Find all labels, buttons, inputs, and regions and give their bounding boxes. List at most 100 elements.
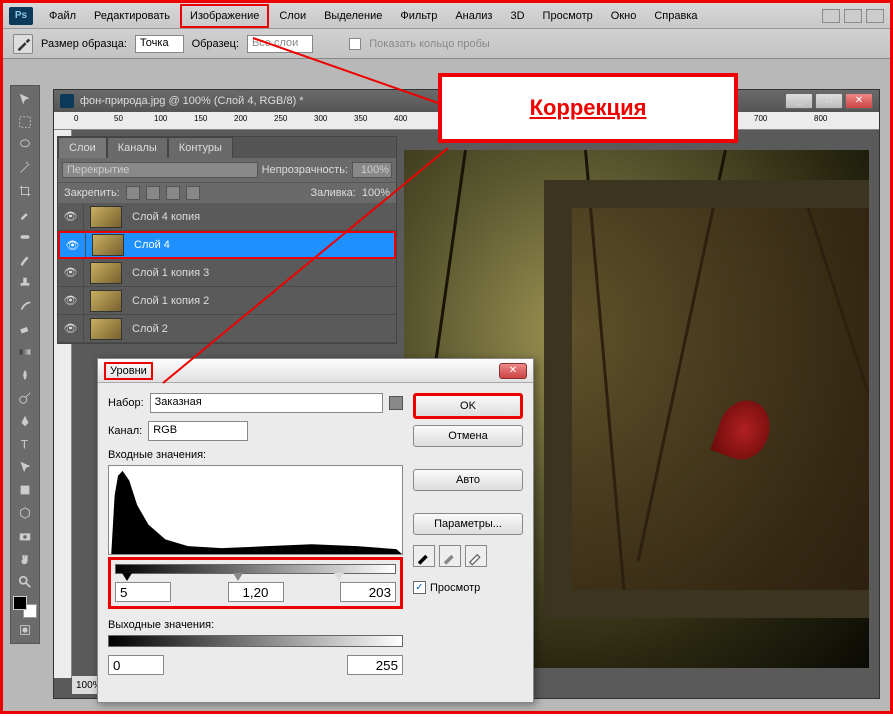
- menu-bar: Ps Файл Редактировать Изображение Слои В…: [3, 3, 890, 29]
- blur-tool[interactable]: [13, 364, 37, 386]
- eraser-tool[interactable]: [13, 318, 37, 340]
- 3d-tool[interactable]: [13, 502, 37, 524]
- sample-select[interactable]: Все слои: [247, 35, 313, 53]
- dialog-close-button[interactable]: ✕: [499, 363, 527, 379]
- shape-tool[interactable]: [13, 479, 37, 501]
- black-eyedropper-icon[interactable]: [413, 545, 435, 567]
- pen-tool[interactable]: [13, 410, 37, 432]
- history-brush-tool[interactable]: [13, 295, 37, 317]
- visibility-icon[interactable]: 👁: [58, 203, 84, 230]
- white-point-slider[interactable]: [334, 573, 344, 581]
- output-black-field[interactable]: [108, 655, 164, 675]
- menu-window[interactable]: Окно: [603, 6, 645, 26]
- minimize-button[interactable]: _: [785, 93, 813, 109]
- workspace-icon[interactable]: [866, 9, 884, 23]
- options-button[interactable]: Параметры...: [413, 513, 523, 535]
- layer-thumbnail[interactable]: [90, 290, 122, 312]
- ring-checkbox[interactable]: [349, 38, 361, 50]
- tab-paths[interactable]: Контуры: [168, 137, 233, 158]
- black-point-slider[interactable]: [122, 573, 132, 581]
- layer-name[interactable]: Слой 4 копия: [128, 211, 396, 223]
- layer-thumbnail[interactable]: [90, 262, 122, 284]
- input-gradient[interactable]: [115, 564, 396, 574]
- brush-tool[interactable]: [13, 249, 37, 271]
- lasso-tool[interactable]: [13, 134, 37, 156]
- layer-name[interactable]: Слой 1 копия 2: [128, 295, 396, 307]
- output-white-field[interactable]: [347, 655, 403, 675]
- type-tool[interactable]: T: [13, 433, 37, 455]
- color-swatches[interactable]: [13, 596, 37, 618]
- layer-row[interactable]: 👁 Слой 4 копия: [58, 203, 396, 231]
- menu-3d[interactable]: 3D: [502, 6, 532, 26]
- preset-select[interactable]: Заказная: [150, 393, 383, 413]
- dodge-tool[interactable]: [13, 387, 37, 409]
- midtone-slider[interactable]: [233, 573, 243, 581]
- fill-value[interactable]: 100%: [362, 187, 390, 199]
- stamp-tool[interactable]: [13, 272, 37, 294]
- cancel-button[interactable]: Отмена: [413, 425, 523, 447]
- quickmask-tool[interactable]: [13, 619, 37, 641]
- lock-pixels-icon[interactable]: [146, 186, 160, 200]
- menu-layer[interactable]: Слои: [271, 6, 314, 26]
- lock-transparency-icon[interactable]: [126, 186, 140, 200]
- layer-thumbnail[interactable]: [90, 318, 122, 340]
- layer-name[interactable]: Слой 1 копия 3: [128, 267, 396, 279]
- layer-name[interactable]: Слой 2: [128, 323, 396, 335]
- wand-tool[interactable]: [13, 157, 37, 179]
- close-button[interactable]: ✕: [845, 93, 873, 109]
- tab-layers[interactable]: Слои: [58, 137, 107, 158]
- visibility-icon[interactable]: 👁: [58, 315, 84, 342]
- gray-eyedropper-icon[interactable]: [439, 545, 461, 567]
- workspace-icon[interactable]: [844, 9, 862, 23]
- crop-tool[interactable]: [13, 180, 37, 202]
- layer-row[interactable]: 👁 Слой 1 копия 2: [58, 287, 396, 315]
- white-eyedropper-icon[interactable]: [465, 545, 487, 567]
- hand-tool[interactable]: [13, 548, 37, 570]
- lock-all-icon[interactable]: [186, 186, 200, 200]
- opacity-value[interactable]: 100%: [352, 162, 392, 178]
- dialog-titlebar[interactable]: Уровни ✕: [98, 359, 533, 383]
- preset-menu-icon[interactable]: [389, 396, 403, 410]
- levels-dialog: Уровни ✕ Набор: Заказная Канал: RGB Вход…: [97, 358, 534, 703]
- menu-file[interactable]: Файл: [41, 6, 84, 26]
- auto-button[interactable]: Авто: [413, 469, 523, 491]
- tab-channels[interactable]: Каналы: [107, 137, 168, 158]
- maximize-button[interactable]: □: [815, 93, 843, 109]
- menu-analysis[interactable]: Анализ: [447, 6, 500, 26]
- layer-name[interactable]: Слой 4: [130, 239, 394, 251]
- path-select-tool[interactable]: [13, 456, 37, 478]
- blend-mode-select[interactable]: Перекрытие: [62, 162, 258, 178]
- visibility-icon[interactable]: 👁: [60, 233, 86, 257]
- layer-row[interactable]: 👁 Слой 2: [58, 315, 396, 343]
- layer-row[interactable]: 👁 Слой 1 копия 3: [58, 259, 396, 287]
- menu-view[interactable]: Просмотр: [535, 6, 601, 26]
- menu-help[interactable]: Справка: [646, 6, 705, 26]
- channel-select[interactable]: RGB: [148, 421, 248, 441]
- workspace-icon[interactable]: [822, 9, 840, 23]
- sample-size-select[interactable]: Точка: [135, 35, 184, 53]
- layer-thumbnail[interactable]: [92, 234, 124, 256]
- menu-image[interactable]: Изображение: [180, 4, 269, 28]
- layer-thumbnail[interactable]: [90, 206, 122, 228]
- eyedropper-tool[interactable]: [13, 203, 37, 225]
- move-tool[interactable]: [13, 88, 37, 110]
- preview-checkbox[interactable]: ✓: [413, 581, 426, 594]
- input-black-field[interactable]: [115, 582, 171, 602]
- heal-tool[interactable]: [13, 226, 37, 248]
- zoom-tool[interactable]: [13, 571, 37, 593]
- gradient-tool[interactable]: [13, 341, 37, 363]
- menu-edit[interactable]: Редактировать: [86, 6, 178, 26]
- lock-position-icon[interactable]: [166, 186, 180, 200]
- layer-row[interactable]: 👁 Слой 4: [58, 231, 396, 259]
- visibility-icon[interactable]: 👁: [58, 259, 84, 286]
- camera-tool[interactable]: [13, 525, 37, 547]
- input-white-field[interactable]: [340, 582, 396, 602]
- eyedropper-icon[interactable]: [13, 34, 33, 54]
- input-gamma-field[interactable]: [228, 582, 284, 602]
- menu-select[interactable]: Выделение: [316, 6, 390, 26]
- output-gradient[interactable]: [108, 635, 403, 647]
- ok-button[interactable]: OK: [413, 393, 523, 419]
- visibility-icon[interactable]: 👁: [58, 287, 84, 314]
- menu-filter[interactable]: Фильтр: [392, 6, 445, 26]
- marquee-tool[interactable]: [13, 111, 37, 133]
